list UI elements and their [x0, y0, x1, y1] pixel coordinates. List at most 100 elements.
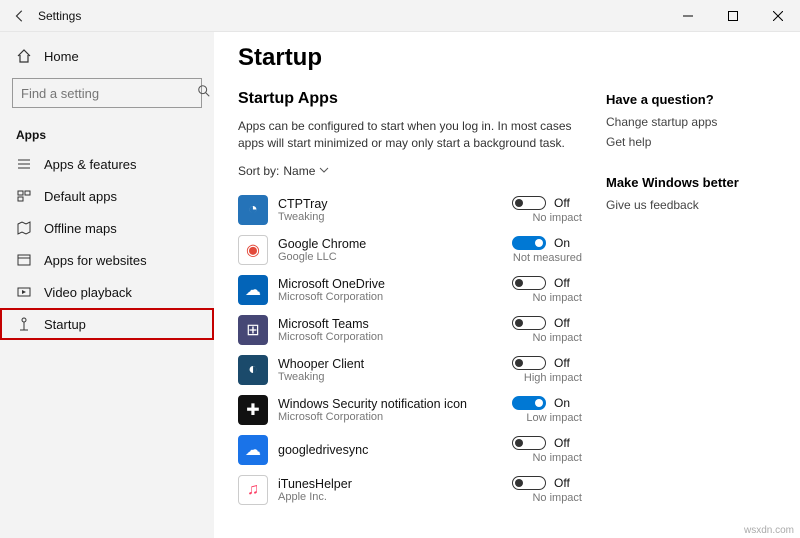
- nav-startup[interactable]: Startup: [0, 308, 214, 340]
- app-control: Off No impact: [482, 196, 582, 224]
- link-feedback[interactable]: Give us feedback: [606, 198, 776, 212]
- aside: Have a question? Change startup apps Get…: [606, 44, 776, 538]
- toggle-switch[interactable]: [512, 396, 546, 410]
- nav-video-playback[interactable]: Video playback: [0, 276, 214, 308]
- toggle-label: Off: [554, 196, 582, 210]
- watermark: wsxdn.com: [744, 525, 794, 536]
- sort-by[interactable]: Sort by: Name: [238, 164, 582, 178]
- nav-label: Startup: [44, 317, 86, 332]
- close-button[interactable]: [755, 0, 800, 32]
- app-name: Windows Security notification icon: [278, 397, 472, 411]
- app-row: ◔ CTPTrayTweaking Off No impact: [238, 190, 582, 230]
- app-icon: ♫: [238, 475, 268, 505]
- toggle-switch[interactable]: [512, 276, 546, 290]
- impact-label: No impact: [532, 452, 582, 464]
- app-icon: ◉: [238, 235, 268, 265]
- toggle-label: Off: [554, 316, 582, 330]
- nav-label: Apps & features: [44, 157, 137, 172]
- app-control: Off No impact: [482, 476, 582, 504]
- subtitle: Startup Apps: [238, 90, 582, 108]
- sort-label: Sort by:: [238, 164, 279, 178]
- nav-label: Video playback: [44, 285, 132, 300]
- question-heading: Have a question?: [606, 92, 776, 107]
- app-name: Google Chrome: [278, 237, 472, 251]
- impact-label: No impact: [532, 492, 582, 504]
- home-label: Home: [44, 49, 79, 64]
- app-control: OffHigh impact: [482, 356, 582, 384]
- link-change-startup[interactable]: Change startup apps: [606, 115, 776, 129]
- maximize-button[interactable]: [710, 0, 755, 32]
- link-get-help[interactable]: Get help: [606, 135, 776, 149]
- sidebar: Home Apps Apps & features Default apps O…: [0, 32, 214, 538]
- app-control: OnNot measured: [482, 236, 582, 264]
- feedback-heading: Make Windows better: [606, 175, 776, 190]
- app-row: ⊞ Microsoft TeamsMicrosoft Corporation Off…: [238, 310, 582, 350]
- app-control: On Low impact: [482, 396, 582, 424]
- toggle-switch[interactable]: [512, 436, 546, 450]
- toggle-switch[interactable]: [512, 356, 546, 370]
- app-meta: CTPTrayTweaking: [278, 197, 472, 223]
- impact-label: No impact: [532, 212, 582, 224]
- nav-label: Offline maps: [44, 221, 117, 236]
- toggle-label: Off: [554, 356, 582, 370]
- nav-default-apps[interactable]: Default apps: [0, 180, 214, 212]
- nav-offline-maps[interactable]: Offline maps: [0, 212, 214, 244]
- app-publisher: Apple Inc.: [278, 491, 472, 503]
- back-button[interactable]: [12, 8, 28, 24]
- search-input[interactable]: [12, 78, 202, 108]
- toggle-label: Off: [554, 476, 582, 490]
- app-meta: Microsoft OneDriveMicrosoft Corporation: [278, 277, 472, 303]
- app-publisher: Tweaking: [278, 211, 472, 223]
- map-icon: [16, 220, 32, 236]
- startup-icon: [16, 316, 32, 332]
- app-icon: ☁: [238, 275, 268, 305]
- app-control: OffNo impact: [482, 436, 582, 464]
- app-icon: ☁: [238, 435, 268, 465]
- app-control: OffNo impact: [482, 316, 582, 344]
- app-icon: ✚: [238, 395, 268, 425]
- app-publisher: Microsoft Corporation: [278, 291, 472, 303]
- app-name: Whooper Client: [278, 357, 472, 371]
- app-name: Microsoft OneDrive: [278, 277, 472, 291]
- impact-label: Low impact: [526, 412, 582, 424]
- toggle-switch[interactable]: [512, 196, 546, 210]
- app-row: ◉ Google ChromeGoogle LLC OnNot measured: [238, 230, 582, 270]
- toggle-label: On: [554, 396, 582, 410]
- nav-label: Apps for websites: [44, 253, 147, 268]
- app-meta: Whooper ClientTweaking: [278, 357, 472, 383]
- app-row: ☁ googledrivesync OffNo impact: [238, 430, 582, 470]
- search-field[interactable]: [21, 86, 197, 101]
- search-icon: [197, 84, 211, 103]
- toggle-switch[interactable]: [512, 236, 546, 250]
- app-meta: googledrivesync: [278, 443, 472, 457]
- website-icon: [16, 252, 32, 268]
- app-icon: ◔: [238, 195, 268, 225]
- app-publisher: Microsoft Corporation: [278, 411, 472, 423]
- app-name: Microsoft Teams: [278, 317, 472, 331]
- minimize-button[interactable]: [665, 0, 710, 32]
- app-row: ◐Whooper ClientTweakingOffHigh impact: [238, 350, 582, 390]
- description: Apps can be configured to start when you…: [238, 118, 582, 152]
- chevron-down-icon: [319, 164, 329, 178]
- impact-label: No impact: [532, 292, 582, 304]
- apps-list: ◔CTPTrayTweakingOffNo impact◉Google Chro…: [238, 190, 582, 510]
- nav-apps-websites[interactable]: Apps for websites: [0, 244, 214, 276]
- app-meta: iTunesHelperApple Inc.: [278, 477, 472, 503]
- impact-label: Not measured: [513, 252, 582, 264]
- app-icon: ⊞: [238, 315, 268, 345]
- nav-apps-features[interactable]: Apps & features: [0, 148, 214, 180]
- toggle-label: Off: [554, 276, 582, 290]
- app-meta: Windows Security notification iconMicros…: [278, 397, 472, 423]
- home-button[interactable]: Home: [0, 40, 214, 72]
- section-label: Apps: [0, 118, 214, 148]
- toggle-switch[interactable]: [512, 476, 546, 490]
- app-row: ☁ Microsoft OneDriveMicrosoft Corporation…: [238, 270, 582, 310]
- defaults-icon: [16, 188, 32, 204]
- toggle-switch[interactable]: [512, 316, 546, 330]
- app-name: CTPTray: [278, 197, 472, 211]
- app-publisher: Google LLC: [278, 251, 472, 263]
- nav-label: Default apps: [44, 189, 117, 204]
- home-icon: [16, 48, 32, 64]
- list-icon: [16, 156, 32, 172]
- app-publisher: Microsoft Corporation: [278, 331, 472, 343]
